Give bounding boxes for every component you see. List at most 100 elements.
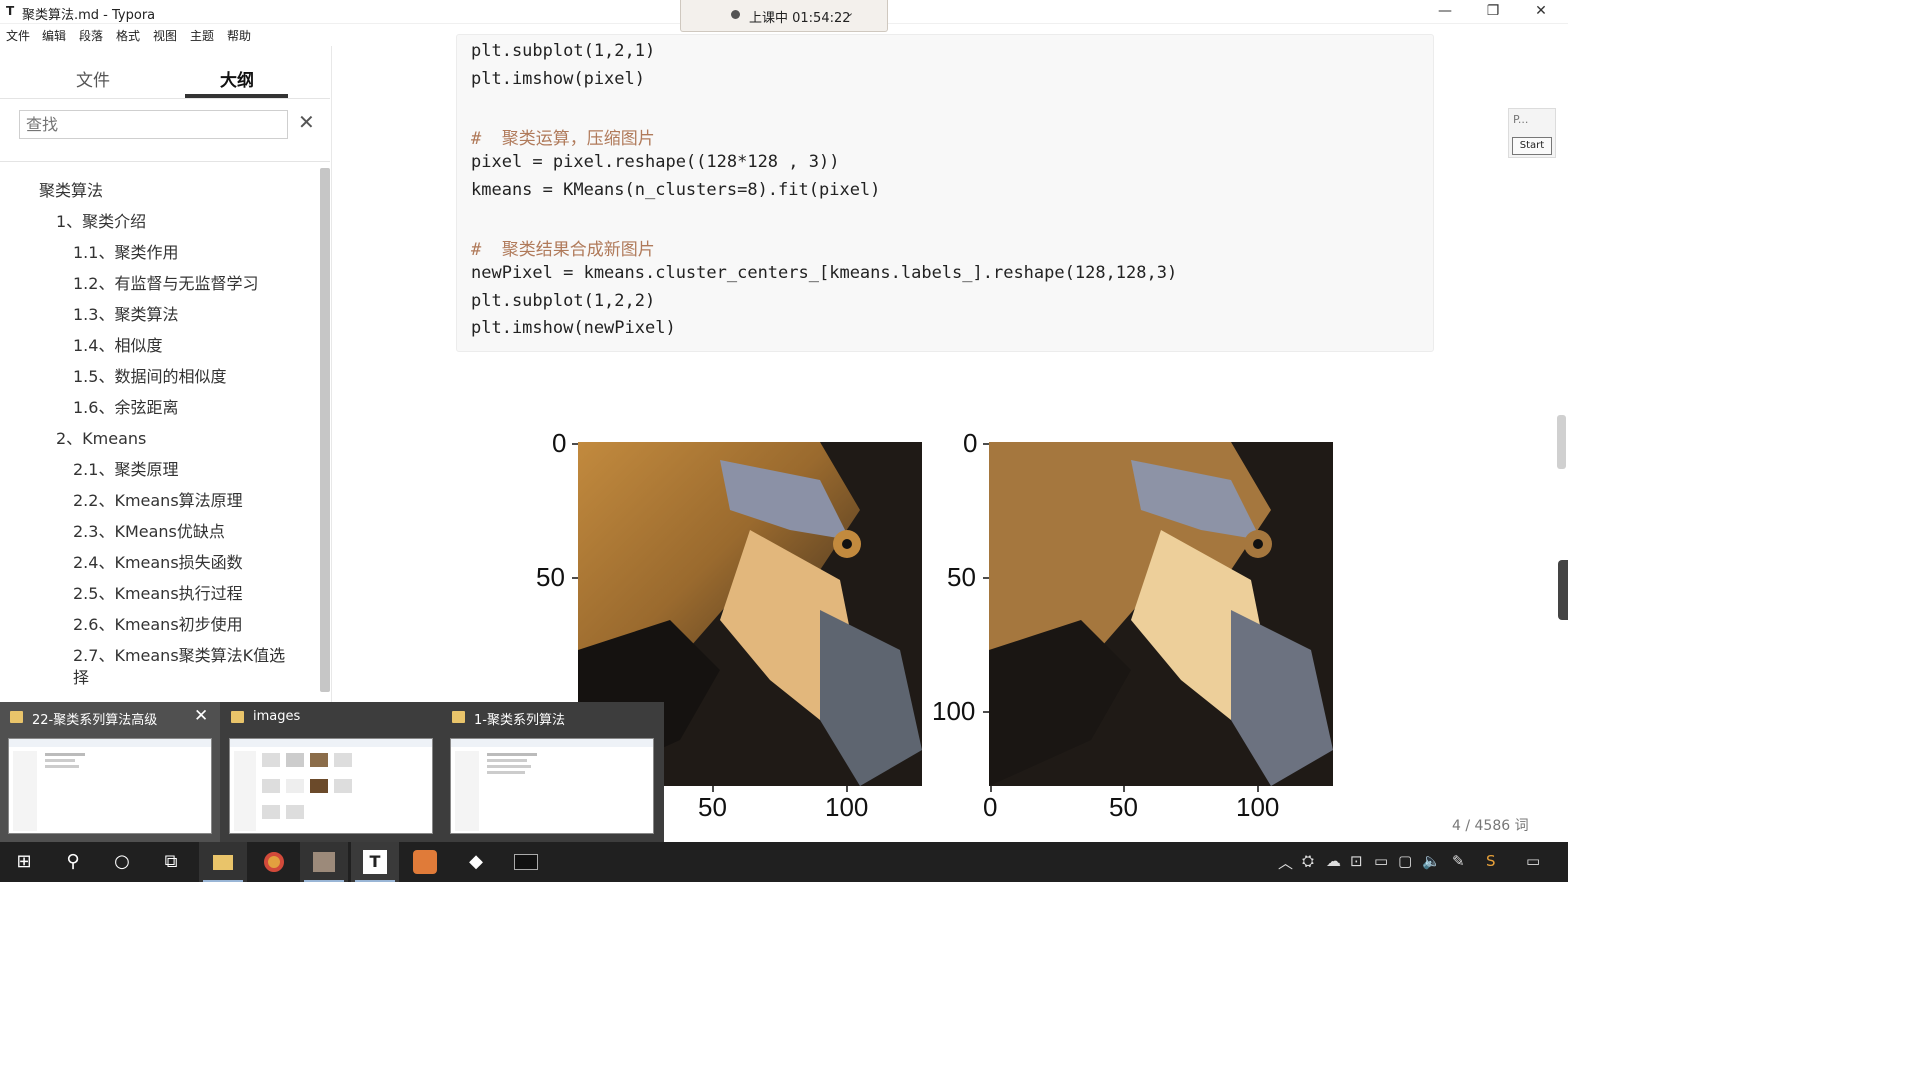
thumbnail-preview [229, 738, 433, 834]
x-tick-label: 100 [825, 792, 869, 822]
class-timer[interactable]: 上课中 01:54:22 ⌄ [680, 0, 888, 32]
typora-icon[interactable]: T [351, 842, 399, 882]
thumbnail-title: images [253, 709, 301, 724]
tray-icon[interactable]: ⛭ [1302, 852, 1314, 870]
volume-icon[interactable]: 🔈 [1422, 852, 1441, 870]
outline-item[interactable]: 1.2、有监督与无监督学习 [73, 270, 258, 294]
floating-widget: P... Start [1508, 108, 1556, 158]
x-tick-label: 50 [698, 792, 727, 822]
x-tick-label: 100 [1236, 792, 1280, 822]
outline-item[interactable]: 2.2、Kmeans算法原理 [73, 487, 243, 511]
outline-item[interactable]: 择 [73, 664, 89, 688]
outline-item[interactable]: 2.3、KMeans优缺点 [73, 518, 225, 542]
task-view-icon[interactable]: ⧉ [147, 842, 195, 882]
code-line: plt.imshow(pixel) [471, 69, 645, 89]
divider [0, 161, 330, 162]
y-tick-label: 50 [536, 562, 565, 592]
outline-scrollbar[interactable] [320, 168, 330, 692]
outline-item[interactable]: 2.4、Kmeans损失函数 [73, 549, 243, 573]
start-button[interactable]: Start [1512, 137, 1552, 155]
menu-edit[interactable]: 编辑 [42, 27, 66, 44]
side-handle[interactable] [1558, 560, 1568, 620]
outline-item[interactable]: 2.7、Kmeans聚类算法K值选 [73, 642, 285, 666]
outline-item[interactable]: 1.3、聚类算法 [73, 301, 178, 325]
outline-item[interactable]: 2.6、Kmeans初步使用 [73, 611, 243, 635]
outline-search-input[interactable] [19, 110, 288, 139]
outline-item[interactable]: 2、Kmeans [56, 425, 146, 449]
folder-icon [452, 711, 465, 723]
outline-item[interactable]: 1.4、相似度 [73, 332, 162, 356]
window-title: 聚类算法.md - Typora [22, 8, 156, 23]
network-icon[interactable]: ⊡ [1350, 852, 1363, 870]
tab-outline[interactable]: 大纲 [220, 66, 254, 91]
ppt-icon[interactable] [401, 842, 449, 882]
compressed-image [989, 442, 1333, 786]
window-thumbnail[interactable]: 22-聚类系列算法高级 ✕ [0, 702, 220, 842]
menu-view[interactable]: 视图 [153, 27, 177, 44]
start-icon[interactable]: ⊞ [0, 842, 48, 882]
thumbnail-title: 22-聚类系列算法高级 [32, 713, 158, 728]
folder-icon [10, 711, 23, 723]
maximize-button[interactable]: ❐ [1470, 0, 1516, 24]
editor-scrollbar[interactable] [1557, 415, 1566, 469]
typora-app-icon: T [6, 4, 15, 18]
code-comment: # 聚类运算，压缩图片 [471, 129, 655, 149]
app-icon[interactable]: ◆ [452, 842, 500, 882]
code-line: pixel = pixel.reshape((128*128 , 3)) [471, 152, 840, 172]
code-line: plt.subplot(1,2,2) [471, 291, 656, 311]
y-tick-label: 0 [552, 428, 567, 458]
menu-theme[interactable]: 主题 [190, 27, 214, 44]
cloud-icon[interactable]: ☁ [1326, 852, 1341, 870]
outline-item[interactable]: 1、聚类介绍 [56, 208, 146, 232]
code-line: plt.subplot(1,2,1) [471, 41, 656, 61]
outline-item[interactable]: 1.5、数据间的相似度 [73, 363, 226, 387]
divider [0, 98, 330, 99]
word-count[interactable]: 4 / 4586 词 [1452, 815, 1529, 835]
notification-icon[interactable]: ▭ [1526, 852, 1540, 870]
chrome-icon[interactable] [250, 842, 298, 882]
y-tick-label: 100 [932, 696, 976, 726]
menu-paragraph[interactable]: 段落 [79, 27, 103, 44]
code-comment: # 聚类结果合成新图片 [471, 240, 655, 260]
search-icon[interactable]: ⚲ [49, 842, 97, 882]
battery-icon[interactable]: ▭ [1374, 852, 1388, 870]
y-tick-label: 0 [963, 428, 978, 458]
close-icon[interactable]: ✕ [298, 110, 315, 134]
thumbnail-title: 1-聚类系列算法 [474, 713, 565, 728]
outline-item[interactable]: 2.5、Kmeans执行过程 [73, 580, 243, 604]
outline-item[interactable]: 1.1、聚类作用 [73, 239, 178, 263]
terminal-icon[interactable] [502, 842, 550, 882]
outline-item[interactable]: 1.6、余弦距离 [73, 394, 178, 418]
outline-item[interactable]: 2.1、聚类原理 [73, 456, 178, 480]
x-tick-label: 50 [1109, 792, 1138, 822]
menu-help[interactable]: 帮助 [227, 27, 251, 44]
menu-file[interactable]: 文件 [6, 27, 30, 44]
cortana-icon[interactable]: ○ [98, 842, 146, 882]
file-explorer-icon[interactable] [199, 842, 247, 882]
y-tick-label: 50 [947, 562, 976, 592]
window-thumbnail[interactable]: 1-聚类系列算法 [442, 702, 662, 842]
close-button[interactable]: ✕ [1518, 0, 1564, 24]
chevron-up-icon[interactable]: ︿ [1278, 852, 1293, 873]
close-icon[interactable]: ✕ [194, 706, 208, 726]
timer-text: 上课中 01:54:22 [749, 11, 851, 26]
folder-icon [231, 711, 244, 723]
tab-files[interactable]: 文件 [76, 66, 110, 91]
window-thumbnail[interactable]: images [221, 702, 441, 842]
thumbnail-preview [450, 738, 654, 834]
code-line: plt.imshow(newPixel) [471, 318, 676, 338]
chevron-down-icon[interactable]: ⌄ [845, 6, 854, 19]
x-tick-label: 0 [983, 792, 998, 822]
minimize-button[interactable]: — [1422, 0, 1468, 24]
display-icon[interactable]: ▢ [1398, 852, 1412, 870]
recording-dot-icon [731, 10, 740, 19]
app-tray-icon[interactable]: S [1486, 852, 1496, 870]
outline-item[interactable]: 聚类算法 [39, 177, 103, 201]
photos-icon[interactable] [300, 842, 348, 882]
pen-icon[interactable]: ✎ [1452, 852, 1465, 870]
sidebar: 文件 大纲 ✕ 聚类算法 1、聚类介绍 1.1、聚类作用 1.2、有监督与无监督… [0, 46, 332, 702]
taskbar-thumbnail-popup: 22-聚类系列算法高级 ✕ images 1-聚类系列算法 [0, 702, 664, 842]
thumbnail-preview [8, 738, 212, 834]
menu-format[interactable]: 格式 [116, 27, 140, 44]
code-block[interactable]: plt.subplot(1,2,1) plt.imshow(pixel) # 聚… [456, 34, 1434, 352]
